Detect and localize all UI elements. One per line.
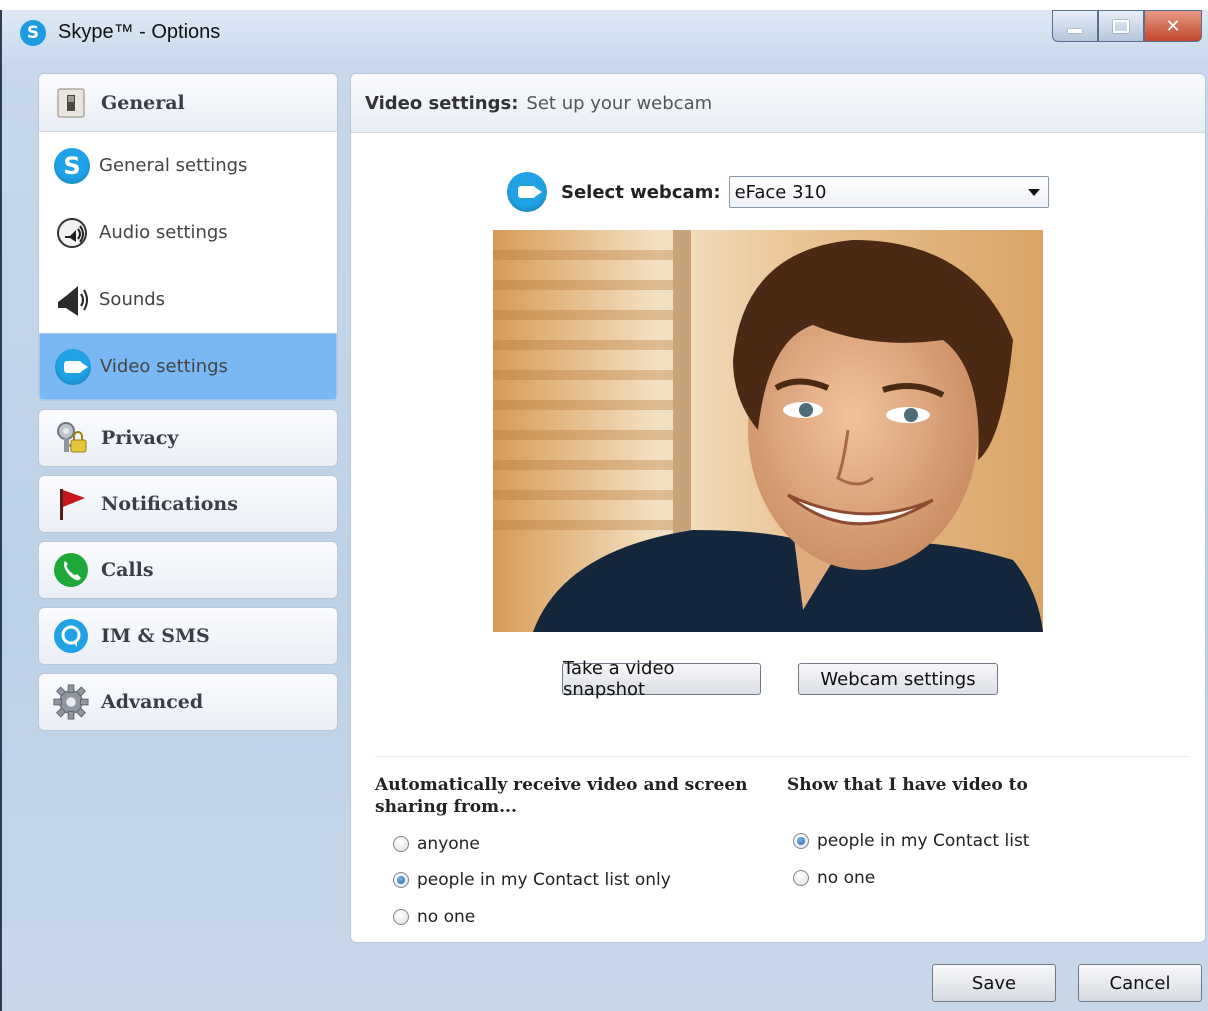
take-video-snapshot-button[interactable]: Take a video snapshot <box>562 658 761 700</box>
webcam-dropdown-value: eFace 310 <box>734 181 827 203</box>
webcam-preview-image <box>493 230 1043 632</box>
webcam-dropdown[interactable]: eFace 310 <box>728 176 1049 208</box>
radio-label: no one <box>817 868 876 888</box>
phone-icon <box>53 552 89 588</box>
show-contacts-radio[interactable]: people in my Contact list <box>793 831 1029 851</box>
take-video-snapshot-label: Take a video snapshot <box>563 658 675 700</box>
switch-icon <box>53 85 89 121</box>
sidebar-section-label: Notifications <box>101 493 238 515</box>
cancel-label: Cancel <box>1109 972 1171 994</box>
receive-no-one-radio[interactable]: no one <box>393 907 475 927</box>
sidebar-section-label: Advanced <box>101 691 204 713</box>
radio-label: no one <box>417 907 476 927</box>
webcam-preview <box>493 230 1043 632</box>
sidebar-item-sounds[interactable]: Sounds <box>39 266 337 333</box>
sidebar-item-label: Video settings <box>100 356 228 377</box>
chevron-down-icon <box>1027 188 1040 196</box>
headset-icon <box>53 214 91 252</box>
sidebar-item-label: Sounds <box>99 289 166 310</box>
radio-button-off[interactable] <box>393 836 409 852</box>
webcam-settings-button[interactable]: Webcam settings <box>798 663 998 695</box>
radio-button-off[interactable] <box>393 909 409 925</box>
receive-contacts-only-radio[interactable]: people in my Contact list only <box>393 870 671 890</box>
video-settings-panel: Video settings: Set up your webcam Selec… <box>350 73 1206 943</box>
sidebar-section-notifications[interactable]: Notifications <box>38 475 338 533</box>
minimize-icon <box>1068 29 1082 33</box>
minimize-button[interactable] <box>1052 10 1098 42</box>
options-sidebar: General S General settings Audio setting… <box>38 73 340 739</box>
window-controls: ✕ <box>1052 10 1202 44</box>
select-webcam-label: Select webcam: <box>561 181 721 203</box>
receive-video-title: Automatically receive video and screen s… <box>375 775 748 817</box>
sidebar-section-calls[interactable]: Calls <box>38 541 338 599</box>
webcam-settings-label: Webcam settings <box>820 668 976 690</box>
webcam-select-row: Select webcam: eFace 310 <box>507 172 1049 212</box>
section-divider <box>375 756 1189 757</box>
radio-button-on[interactable] <box>793 833 809 849</box>
panel-title: Video settings: <box>365 92 519 114</box>
sidebar-section-privacy[interactable]: Privacy <box>38 409 338 467</box>
radio-button-on[interactable] <box>393 872 409 888</box>
sidebar-item-label: General settings <box>99 155 248 176</box>
radio-label: anyone <box>417 834 480 854</box>
sidebar-section-advanced[interactable]: Advanced <box>38 673 338 731</box>
webcam-icon <box>54 348 92 386</box>
panel-subtitle: Set up your webcam <box>526 92 713 114</box>
sidebar-section-label: General <box>101 91 185 114</box>
key-lock-icon <box>53 420 89 456</box>
sidebar-section-label: Privacy <box>101 427 179 449</box>
red-flag-icon <box>53 486 89 522</box>
sidebar-item-label: Audio settings <box>99 222 228 243</box>
panel-header: Video settings: Set up your webcam <box>351 74 1205 133</box>
skype-logo-icon: S <box>20 20 46 46</box>
sidebar-section-label: IM & SMS <box>101 625 210 647</box>
close-button[interactable]: ✕ <box>1144 10 1202 42</box>
webcam-icon <box>507 172 547 212</box>
sidebar-item-audio-settings[interactable]: Audio settings <box>39 199 337 266</box>
sidebar-section-im-sms[interactable]: IM & SMS <box>38 607 338 665</box>
gear-icon <box>53 684 89 720</box>
show-video-title: Show that I have video to <box>787 775 1028 795</box>
general-group: General S General settings Audio setting… <box>38 73 338 401</box>
cancel-button[interactable]: Cancel <box>1078 964 1202 1002</box>
show-no-one-radio[interactable]: no one <box>793 868 875 888</box>
sidebar-item-video-settings[interactable]: Video settings <box>39 333 337 400</box>
receive-anyone-radio[interactable]: anyone <box>393 834 480 854</box>
sidebar-item-general-settings[interactable]: S General settings <box>39 132 337 199</box>
skype-icon: S <box>53 147 91 185</box>
sidebar-section-label: Calls <box>101 559 154 581</box>
radio-label: people in my Contact list only <box>417 870 671 890</box>
window-title: Skype™ - Options <box>58 21 221 43</box>
save-button[interactable]: Save <box>932 964 1056 1002</box>
title-bar: S Skype™ - Options ✕ <box>2 10 1208 60</box>
speaker-icon <box>53 281 91 319</box>
chat-bubble-icon <box>53 618 89 654</box>
radio-label: people in my Contact list <box>817 831 1030 851</box>
maximize-button[interactable] <box>1098 10 1144 42</box>
options-window: S Skype™ - Options ✕ General S General s… <box>0 10 1208 1011</box>
radio-button-off[interactable] <box>793 870 809 886</box>
close-icon: ✕ <box>1165 15 1181 37</box>
save-label: Save <box>971 972 1017 994</box>
maximize-icon <box>1113 19 1129 33</box>
sidebar-section-general[interactable]: General <box>39 74 337 132</box>
